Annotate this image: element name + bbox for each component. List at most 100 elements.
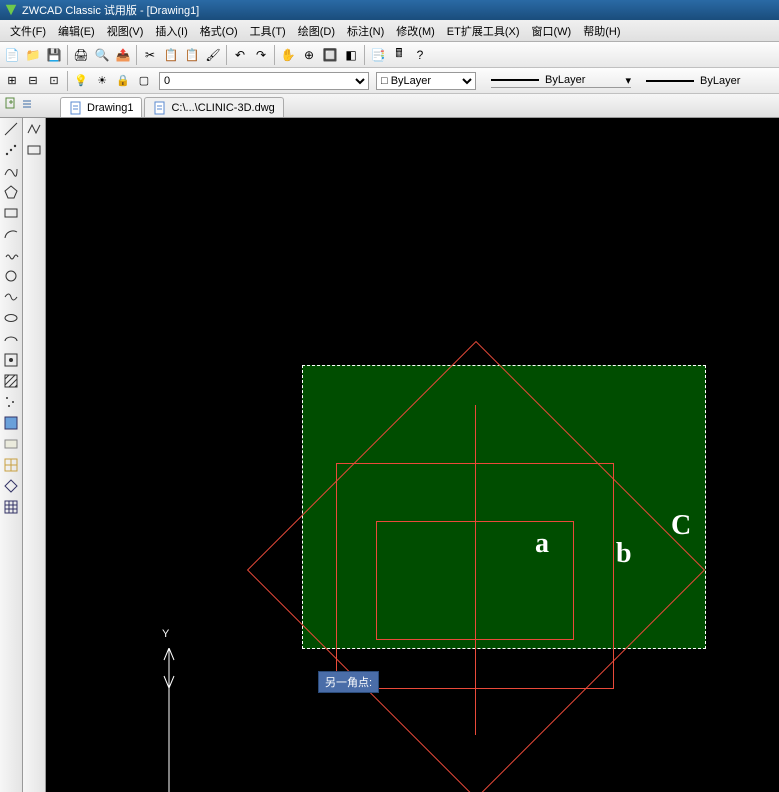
tab-label: Drawing1 [87, 102, 133, 114]
props-icon[interactable]: 📑 [368, 45, 388, 65]
menu-帮助[interactable]: 帮助(H) [577, 21, 626, 41]
tool-earc[interactable] [2, 330, 20, 348]
toolbar-layers: ⊞⊟⊡ 💡☀🔒▢ 0 □ ByLayer ByLayer▾ ByLayer [0, 68, 779, 94]
tool-region[interactable] [2, 414, 20, 432]
menu-插入[interactable]: 插入(I) [149, 21, 193, 41]
bulb-icon[interactable]: 💡 [71, 71, 91, 91]
tool-ellipse[interactable] [2, 309, 20, 327]
tool-polygon[interactable] [2, 183, 20, 201]
tool-point[interactable] [2, 393, 20, 411]
square-icon[interactable]: ▢ [134, 71, 154, 91]
new-icon[interactable]: 📄 [2, 45, 22, 65]
menu-文件[interactable]: 文件(F) [4, 21, 52, 41]
ellipse-icon [3, 310, 19, 326]
point-icon [3, 394, 19, 410]
tab-new-icon[interactable] [4, 96, 18, 110]
tool-arc[interactable] [2, 225, 20, 243]
ucs-y-label: Y [162, 628, 169, 640]
menu-视图[interactable]: 视图(V) [101, 21, 150, 41]
tool2-pline[interactable] [25, 120, 43, 138]
menu-格式[interactable]: 格式(O) [194, 21, 244, 41]
zoom-icon[interactable]: ⊕ [299, 45, 319, 65]
menu-标注[interactable]: 标注(N) [341, 21, 390, 41]
linetype-selector[interactable]: ByLayer▾ [491, 74, 631, 88]
zoomext-icon[interactable]: ◧ [341, 45, 361, 65]
menu-编辑[interactable]: 编辑(E) [52, 21, 101, 41]
menu-ET扩展工具[interactable]: ET扩展工具(X) [441, 21, 526, 41]
tooltip-corner: 另一角点: [318, 671, 379, 693]
earc-icon [3, 331, 19, 347]
menu-bar: 文件(F)编辑(E)视图(V)插入(I)格式(O)工具(T)绘图(D)标注(N)… [0, 20, 779, 42]
paste-icon[interactable]: 📋 [182, 45, 202, 65]
drawing-canvas[interactable]: a b C Y 另一角点: [46, 118, 779, 792]
menu-修改[interactable]: 修改(M) [390, 21, 441, 41]
open-icon[interactable]: 📁 [23, 45, 43, 65]
title-bar: ZWCAD Classic 试用版 - [Drawing1] [0, 0, 779, 20]
copy-icon[interactable]: 📋 [161, 45, 181, 65]
redo-icon[interactable]: ↷ [251, 45, 271, 65]
block-icon [3, 352, 19, 368]
menu-工具[interactable]: 工具(T) [244, 21, 292, 41]
separator [67, 71, 68, 91]
spline-icon [3, 163, 19, 179]
lock-icon[interactable]: 🔒 [113, 71, 133, 91]
tool-gradient[interactable] [2, 456, 20, 474]
dwg-icon [153, 101, 167, 115]
pline-icon [26, 121, 42, 137]
menu-绘图[interactable]: 绘图(D) [292, 21, 341, 41]
tool-spline2[interactable] [2, 288, 20, 306]
undo-icon[interactable]: ↶ [230, 45, 250, 65]
menu-窗口[interactable]: 窗口(W) [526, 21, 578, 41]
doc-tab[interactable]: C:\...\CLINIC-3D.dwg [144, 97, 283, 117]
center-line [475, 405, 476, 735]
layer2-icon[interactable]: ⊟ [23, 71, 43, 91]
toolbar-standard: 📄📁💾🖨🔍📤✂📋📋🖌↶↷✋⊕🔲◧📑🖩? [0, 42, 779, 68]
separator [226, 45, 227, 65]
tool-spline[interactable] [2, 162, 20, 180]
separator [136, 45, 137, 65]
tool-block[interactable] [2, 351, 20, 369]
cut-icon[interactable]: ✂ [140, 45, 160, 65]
grid-icon [3, 499, 19, 515]
match-icon[interactable]: 🖌 [203, 45, 223, 65]
tool-rect2[interactable] [2, 435, 20, 453]
title-text: ZWCAD Classic 试用版 - [Drawing1] [22, 2, 199, 18]
sun-icon[interactable]: ☀ [92, 71, 112, 91]
tool-line[interactable] [2, 120, 20, 138]
dwg-icon [69, 101, 83, 115]
tool-rect[interactable] [2, 204, 20, 222]
tool-dot[interactable] [2, 141, 20, 159]
calc-icon[interactable]: 🖩 [389, 45, 409, 65]
preview-icon[interactable]: 🔍 [92, 45, 112, 65]
tool-rev[interactable] [2, 246, 20, 264]
rect2-icon [3, 436, 19, 452]
lineweight-selector[interactable]: ByLayer [646, 75, 740, 87]
polygon-icon [3, 184, 19, 200]
tool2-rect[interactable] [25, 141, 43, 159]
tool-circle[interactable] [2, 267, 20, 285]
tab-list-icon[interactable] [20, 96, 34, 110]
separator [364, 45, 365, 65]
doc-tab[interactable]: Drawing1 [60, 97, 142, 117]
help-icon[interactable]: ? [410, 45, 430, 65]
rect-icon [3, 205, 19, 221]
tool-table[interactable] [2, 477, 20, 495]
annot-b: b [616, 538, 632, 570]
color-selector[interactable]: □ ByLayer [376, 72, 476, 90]
annot-c: C [671, 510, 691, 542]
annot-a: a [535, 528, 549, 560]
save-icon[interactable]: 💾 [44, 45, 64, 65]
tool-grid[interactable] [2, 498, 20, 516]
dot-icon [3, 142, 19, 158]
layer3-icon[interactable]: ⊡ [44, 71, 64, 91]
print-icon[interactable]: 🖨 [71, 45, 91, 65]
circle-icon [3, 268, 19, 284]
separator [274, 45, 275, 65]
tool-hatch[interactable] [2, 372, 20, 390]
layer-selector[interactable]: 0 [159, 72, 369, 90]
zoomwin-icon[interactable]: 🔲 [320, 45, 340, 65]
pan-icon[interactable]: ✋ [278, 45, 298, 65]
publish-icon[interactable]: 📤 [113, 45, 133, 65]
hatch-icon [3, 373, 19, 389]
layer1-icon[interactable]: ⊞ [2, 71, 22, 91]
